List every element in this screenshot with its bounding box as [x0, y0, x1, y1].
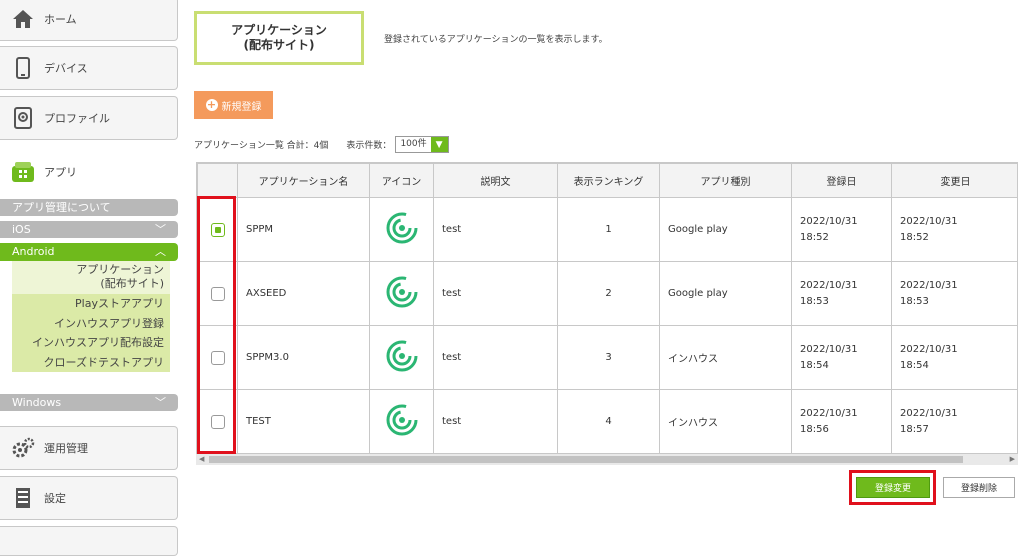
sidebar-item-label: プロファイル [44, 112, 110, 125]
sidebar-item-android[interactable]: Android ︿ [0, 243, 178, 261]
description-cell: test [433, 261, 558, 326]
column-header[interactable]: アプリケーション名 [237, 163, 370, 198]
display-count-value: 100件 [400, 139, 427, 149]
sidebar-item-ios[interactable]: iOS ﹀ [0, 221, 178, 238]
sidebar-subitem-inhouse-register[interactable]: インハウスアプリ登録 [12, 314, 170, 334]
list-total: アプリケーション一覧 合計：4個 [194, 141, 329, 151]
ranking-cell: 2 [557, 261, 660, 326]
column-header [197, 163, 238, 198]
sidebar-item-label: Windows [12, 396, 62, 409]
app-type-cell: インハウス [659, 325, 792, 390]
sidebar-item-label: 運用管理 [44, 442, 88, 455]
app-icon [385, 276, 419, 312]
sidebar-item-profile[interactable]: プロファイル [0, 96, 178, 140]
sidebar-item-settings[interactable]: 設定 [0, 476, 178, 520]
app-name-cell[interactable]: SPPM3.0 [237, 325, 370, 390]
column-header: 説明文 [433, 163, 558, 198]
app-icon [385, 340, 419, 376]
display-count-label: 表示件数： [346, 141, 392, 151]
column-header[interactable]: 登録日 [791, 163, 892, 198]
scrollbar-thumb[interactable] [209, 456, 963, 463]
sidebar-item-label: デバイス [44, 62, 88, 75]
smartphone-icon [6, 57, 40, 79]
sidebar-item-windows[interactable]: Windows ﹀ [0, 394, 178, 411]
dropdown-arrow-icon: ▼ [430, 137, 448, 152]
page-description: 登録されているアプリケーションの一覧を表示します。 [384, 35, 608, 45]
app-icon [385, 212, 419, 248]
new-register-label: 新規登録 [221, 101, 262, 113]
app-name-cell[interactable]: AXSEED [237, 261, 370, 326]
modified-date-cell: 2022/10/31 18:57 [891, 389, 1017, 454]
sidebar-item-more[interactable] [0, 526, 178, 556]
ranking-cell: 4 [557, 389, 660, 454]
modified-date-cell: 2022/10/31 18:54 [891, 325, 1017, 390]
app-type-cell: Google play [659, 197, 792, 262]
horizontal-scrollbar[interactable]: ◀ ▶ [196, 454, 1018, 465]
sidebar-item-label: Android [12, 245, 55, 258]
ranking-cell: 1 [557, 197, 660, 262]
sidebar-subitem-inhouse-distribution[interactable]: インハウスアプリ配布設定 [12, 333, 170, 353]
app-type-cell: インハウス [659, 389, 792, 454]
sidebar-item-home[interactable]: ホーム [0, 0, 178, 41]
modified-date-cell: 2022/10/31 18:53 [891, 261, 1017, 326]
app-name-cell[interactable]: TEST [237, 389, 370, 454]
profile-icon [6, 107, 40, 129]
delete-registration-button[interactable]: 登録削除 [943, 477, 1015, 498]
sidebar-item-label: 設定 [44, 492, 66, 505]
scroll-right-icon[interactable]: ▶ [1010, 454, 1015, 465]
table-header-row: アプリケーション名 アイコン 説明文 表示ランキング アプリ種別 登録日 変更日 [197, 163, 1017, 198]
sidebar-item-label: ホーム [44, 13, 77, 26]
description-cell: test [433, 197, 558, 262]
registered-date-cell: 2022/10/31 18:54 [791, 325, 892, 390]
update-button-highlight-box [849, 470, 936, 505]
gears-icon [6, 437, 40, 459]
page-title-line2: (配布サイト) [243, 38, 315, 52]
scroll-left-icon[interactable]: ◀ [199, 454, 204, 465]
column-header[interactable]: 表示ランキング [557, 163, 660, 198]
table-row[interactable]: SPPM3.0 test 3 インハウス 2022/10/31 18:54 20… [197, 325, 1017, 390]
display-count-select[interactable]: 100件 ▼ [395, 136, 449, 153]
chevron-down-icon: ﹀ [155, 223, 166, 236]
sidebar: ホーム デバイス プロファイル アプリ アプリ管理について iOS ﹀ Andr… [0, 0, 178, 556]
sidebar-item-app[interactable]: アプリ [0, 150, 178, 194]
new-register-button[interactable]: + 新規登録 [194, 91, 273, 119]
column-header[interactable]: 変更日 [891, 163, 1017, 198]
settings-list-icon [6, 487, 40, 509]
table-row[interactable]: TEST test 4 インハウス 2022/10/31 18:56 2022/… [197, 389, 1017, 454]
android-submenu: アプリケーション (配布サイト) Playストアアプリ インハウスアプリ登録 イ… [12, 261, 170, 373]
column-header: アイコン [369, 163, 434, 198]
registered-date-cell: 2022/10/31 18:53 [791, 261, 892, 326]
app-table: アプリケーション名 アイコン 説明文 表示ランキング アプリ種別 登録日 変更日… [196, 162, 1018, 465]
ranking-cell: 3 [557, 325, 660, 390]
table-row[interactable]: AXSEED test 2 Google play 2022/10/31 18:… [197, 261, 1017, 326]
app-icon [6, 161, 40, 183]
modified-date-cell: 2022/10/31 18:52 [891, 197, 1017, 262]
page-title-line1: アプリケーション [231, 23, 327, 37]
description-cell: test [433, 325, 558, 390]
sidebar-item-device[interactable]: デバイス [0, 46, 178, 90]
sidebar-item-app-about[interactable]: アプリ管理について [0, 199, 178, 216]
checkbox-highlight-box [197, 196, 236, 454]
sidebar-subitem-closed-test[interactable]: クローズドテストアプリ [12, 353, 170, 373]
sidebar-subitem-playstore[interactable]: Playストアアプリ [12, 294, 170, 314]
page-title: アプリケーション (配布サイト) [194, 11, 364, 65]
registered-date-cell: 2022/10/31 18:52 [791, 197, 892, 262]
chevron-down-icon: ﹀ [155, 396, 166, 409]
description-cell: test [433, 389, 558, 454]
chevron-up-icon: ︿ [155, 245, 166, 258]
plus-icon: + [205, 98, 218, 111]
column-header[interactable]: アプリ種別 [659, 163, 792, 198]
sidebar-item-label: アプリ [44, 166, 77, 179]
sidebar-subitem-app-distribution[interactable]: アプリケーション (配布サイト) [12, 261, 170, 294]
table-row[interactable]: SPPM test 1 Google play 2022/10/31 18:52… [197, 197, 1017, 262]
app-type-cell: Google play [659, 261, 792, 326]
sidebar-item-operation[interactable]: 運用管理 [0, 426, 178, 470]
list-summary: アプリケーション一覧 合計：4個 表示件数： 100件 ▼ [194, 136, 449, 153]
app-name-cell[interactable]: SPPM [237, 197, 370, 262]
home-icon [6, 9, 40, 29]
app-icon [385, 404, 419, 440]
registered-date-cell: 2022/10/31 18:56 [791, 389, 892, 454]
sidebar-item-label: アプリ管理について [12, 201, 111, 214]
sidebar-item-label: iOS [12, 223, 31, 236]
